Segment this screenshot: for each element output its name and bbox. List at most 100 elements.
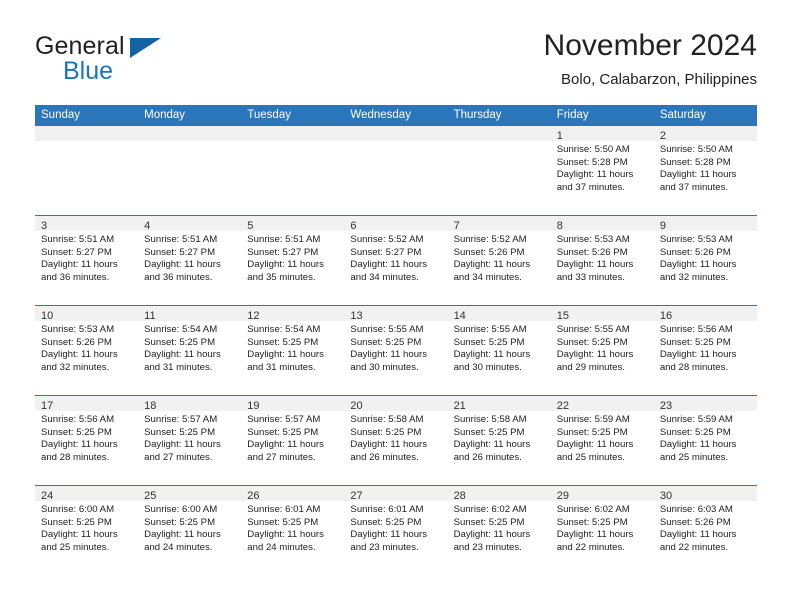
- day-details: Sunrise: 5:55 AM Sunset: 5:25 PM Daylight:…: [551, 321, 654, 375]
- day-details: Sunrise: 5:59 AM Sunset: 5:25 PM Daylight:…: [654, 411, 757, 465]
- daylight-text: Daylight: 11 hours: [41, 439, 118, 451]
- day-number: 30: [659, 490, 673, 502]
- calendar-day-cell[interactable]: 20 Sunrise: 5:58 AM Sunset: 5:25 PM Dayligh…: [344, 395, 448, 485]
- day-number: 18: [144, 400, 157, 412]
- weekday-header-row: Sunday Monday Tuesday Wednesday Thursday…: [35, 105, 757, 125]
- daylight-text: and 27 minutes.: [247, 452, 316, 464]
- daylight-text: Daylight: 11 hours: [144, 529, 221, 541]
- general-blue-logo[interactable]: General Blue: [35, 32, 265, 94]
- weekday-header-monday: Monday: [144, 109, 186, 121]
- calendar-day-cell[interactable]: 23 Sunrise: 5:59 AM Sunset: 5:25 PM Dayligh…: [653, 395, 757, 485]
- daylight-text: Daylight: 11 hours: [453, 259, 531, 271]
- sunset-text: Sunset: 5:27 PM: [247, 246, 319, 258]
- daylight-text: and 23 minutes.: [350, 542, 419, 554]
- calendar-day-cell[interactable]: 24 Sunrise: 6:00 AM Sunset: 5:25 PM Dayligh…: [35, 485, 139, 575]
- sunrise-text: Sunrise: 5:53 AM: [41, 324, 115, 335]
- daylight-text: and 36 minutes.: [144, 272, 213, 284]
- calendar-day-cell[interactable]: 5 Sunrise: 5:51 AM Sunset: 5:27 PM Daylight…: [241, 215, 345, 305]
- calendar-day-cell[interactable]: 21 Sunrise: 5:58 AM Sunset: 5:25 PM Dayligh…: [447, 395, 551, 485]
- calendar-day-cell[interactable]: 12 Sunrise: 5:54 AM Sunset: 5:25 PM Dayligh…: [241, 305, 345, 395]
- calendar-day-cell[interactable]: 7 Sunrise: 5:52 AM Sunset: 5:26 PM Daylight…: [447, 215, 551, 305]
- day-number: 13: [350, 310, 363, 322]
- calendar-day-cell[interactable]: 26 Sunrise: 6:01 AM Sunset: 5:25 PM Dayligh…: [241, 485, 345, 575]
- day-number: 28: [453, 490, 466, 502]
- calendar-day-cell[interactable]: 19 Sunrise: 5:57 AM Sunset: 5:25 PM Dayligh…: [241, 395, 345, 485]
- sunset-text: Sunset: 5:25 PM: [556, 336, 628, 348]
- day-number-band: 25: [138, 486, 242, 502]
- calendar-empty-cell: [241, 125, 345, 215]
- day-number-band: 21: [447, 396, 551, 412]
- calendar-day-cell[interactable]: 28 Sunrise: 6:02 AM Sunset: 5:25 PM Dayligh…: [447, 485, 551, 575]
- day-number-band: 27: [344, 486, 448, 502]
- calendar-day-cell[interactable]: 30 Sunrise: 6:03 AM Sunset: 5:26 PM Dayligh…: [653, 485, 757, 575]
- sunset-text: Sunset: 5:25 PM: [247, 426, 319, 438]
- daylight-text: Daylight: 11 hours: [41, 529, 118, 541]
- sunrise-text: Sunrise: 5:54 AM: [247, 324, 321, 335]
- sunset-text: Sunset: 5:25 PM: [247, 336, 319, 348]
- weekday-header-wednesday: Wednesday: [350, 109, 411, 121]
- calendar-day-cell[interactable]: 4 Sunrise: 5:51 AM Sunset: 5:27 PM Daylight…: [138, 215, 242, 305]
- sunset-text: Sunset: 5:26 PM: [556, 246, 628, 258]
- calendar-empty-cell: [447, 125, 551, 215]
- calendar-day-cell[interactable]: 18 Sunrise: 5:57 AM Sunset: 5:25 PM Dayligh…: [138, 395, 242, 485]
- calendar-day-cell[interactable]: 14 Sunrise: 5:55 AM Sunset: 5:25 PM Dayligh…: [447, 305, 551, 395]
- sunrise-text: Sunrise: 5:59 AM: [659, 414, 733, 425]
- day-number-band: 29: [550, 486, 654, 502]
- calendar-day-cell[interactable]: 13 Sunrise: 5:55 AM Sunset: 5:25 PM Dayligh…: [344, 305, 448, 395]
- logo-triangle-icon: [130, 38, 161, 58]
- daylight-text: and 22 minutes.: [659, 542, 729, 554]
- calendar-day-cell[interactable]: 25 Sunrise: 6:00 AM Sunset: 5:25 PM Dayligh…: [138, 485, 242, 575]
- day-details: Sunrise: 5:56 AM Sunset: 5:25 PM Daylight:…: [35, 411, 138, 465]
- sunset-text: Sunset: 5:27 PM: [350, 246, 422, 258]
- day-number-band: 1: [550, 126, 654, 142]
- calendar-day-cell[interactable]: 22 Sunrise: 5:59 AM Sunset: 5:25 PM Dayligh…: [550, 395, 654, 485]
- daylight-text: Daylight: 11 hours: [453, 439, 531, 451]
- sunset-text: Sunset: 5:25 PM: [350, 426, 422, 438]
- calendar-week-row: 17 Sunrise: 5:56 AM Sunset: 5:25 PM Dayligh…: [35, 395, 757, 485]
- sunrise-text: Sunrise: 5:52 AM: [453, 234, 527, 245]
- daylight-text: and 25 minutes.: [556, 452, 625, 464]
- sunrise-text: Sunrise: 5:59 AM: [556, 414, 630, 425]
- calendar-day-cell[interactable]: 1 Sunrise: 5:50 AM Sunset: 5:28 PM Daylight…: [550, 125, 654, 215]
- sunset-text: Sunset: 5:25 PM: [247, 516, 319, 528]
- calendar-day-cell[interactable]: 6 Sunrise: 5:52 AM Sunset: 5:27 PM Daylight…: [344, 215, 448, 305]
- day-number-band: 15: [550, 306, 654, 322]
- day-number: 9: [659, 220, 666, 232]
- calendar-day-cell[interactable]: 3 Sunrise: 5:51 AM Sunset: 5:27 PM Daylight…: [35, 215, 139, 305]
- day-number-band: 5: [241, 216, 345, 232]
- daylight-text: Daylight: 11 hours: [144, 349, 221, 361]
- day-details: Sunrise: 6:02 AM Sunset: 5:25 PM Daylight:…: [551, 501, 654, 555]
- day-number-band: 11: [138, 306, 242, 322]
- calendar-day-cell[interactable]: 29 Sunrise: 6:02 AM Sunset: 5:25 PM Dayligh…: [550, 485, 654, 575]
- day-number: 25: [144, 490, 157, 502]
- calendar-day-cell[interactable]: 15 Sunrise: 5:55 AM Sunset: 5:25 PM Dayligh…: [550, 305, 654, 395]
- day-number-band: 4: [138, 216, 242, 232]
- sunrise-text: Sunrise: 5:50 AM: [659, 144, 733, 155]
- day-details: Sunrise: 6:03 AM Sunset: 5:26 PM Daylight:…: [654, 501, 757, 555]
- day-details: Sunrise: 5:54 AM Sunset: 5:25 PM Daylight:…: [138, 321, 241, 375]
- day-number: 14: [453, 310, 466, 322]
- calendar-day-cell[interactable]: 2 Sunrise: 5:50 AM Sunset: 5:28 PM Daylight…: [653, 125, 757, 215]
- daylight-text: Daylight: 11 hours: [350, 529, 428, 541]
- day-number-band: [241, 126, 345, 141]
- calendar-day-cell[interactable]: 8 Sunrise: 5:53 AM Sunset: 5:26 PM Daylight…: [550, 215, 654, 305]
- day-details: Sunrise: 6:00 AM Sunset: 5:25 PM Daylight:…: [35, 501, 138, 555]
- sunset-text: Sunset: 5:26 PM: [453, 246, 525, 258]
- calendar-day-cell[interactable]: 11 Sunrise: 5:54 AM Sunset: 5:25 PM Dayligh…: [138, 305, 242, 395]
- calendar-day-cell[interactable]: 10 Sunrise: 5:53 AM Sunset: 5:26 PM Dayligh…: [35, 305, 139, 395]
- calendar-day-cell[interactable]: 16 Sunrise: 5:56 AM Sunset: 5:25 PM Dayligh…: [653, 305, 757, 395]
- sunrise-text: Sunrise: 5:58 AM: [350, 414, 424, 425]
- daylight-text: and 24 minutes.: [247, 542, 316, 554]
- day-details: Sunrise: 5:55 AM Sunset: 5:25 PM Daylight:…: [448, 321, 551, 375]
- sunrise-text: Sunrise: 6:00 AM: [41, 504, 115, 515]
- daylight-text: Daylight: 11 hours: [556, 439, 634, 451]
- calendar-day-cell[interactable]: 17 Sunrise: 5:56 AM Sunset: 5:25 PM Dayligh…: [35, 395, 139, 485]
- day-number-band: 12: [241, 306, 345, 322]
- calendar-day-cell[interactable]: 9 Sunrise: 5:53 AM Sunset: 5:26 PM Daylight…: [653, 215, 757, 305]
- sunset-text: Sunset: 5:25 PM: [350, 516, 422, 528]
- day-number-band: 30: [653, 486, 757, 502]
- calendar-day-cell[interactable]: 27 Sunrise: 6:01 AM Sunset: 5:25 PM Dayligh…: [344, 485, 448, 575]
- daylight-text: and 26 minutes.: [453, 452, 522, 464]
- daylight-text: Daylight: 11 hours: [247, 349, 324, 361]
- day-number: 12: [247, 310, 260, 322]
